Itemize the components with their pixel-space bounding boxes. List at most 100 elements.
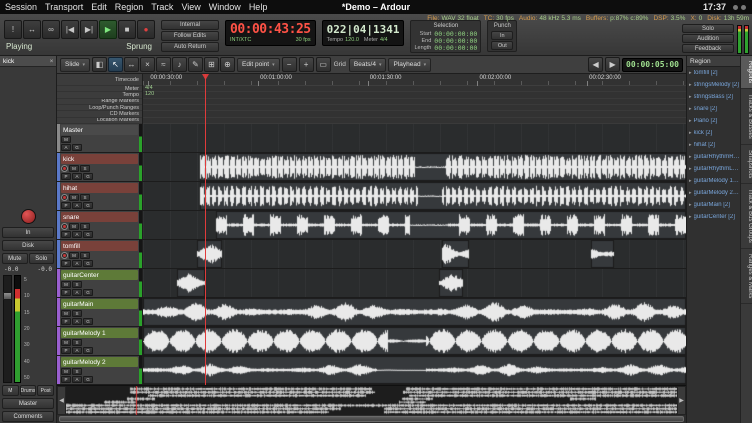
solo-button[interactable]: Solo	[29, 253, 55, 264]
track-a-button[interactable]: A	[72, 289, 82, 296]
track-lane-tomfill[interactable]	[143, 240, 686, 268]
gain-fader[interactable]	[3, 275, 12, 383]
region-list-item[interactable]: stringsBass [2]	[687, 91, 740, 103]
region-list-item[interactable]: guitarMelody 2 [2]	[687, 187, 740, 199]
goto-start-button[interactable]: |◀	[61, 20, 79, 39]
region-list-item[interactable]: guitarCenter [2]	[687, 211, 740, 223]
tab-snapshots[interactable]: Snapshots	[741, 145, 752, 184]
expand-triangle-icon[interactable]	[689, 94, 692, 100]
tab-regions[interactable]: Regions	[741, 56, 752, 89]
record-arm-button[interactable]	[61, 194, 68, 201]
edit-mode-dropdown[interactable]: Slide	[60, 58, 90, 72]
track-a-button[interactable]: A	[72, 318, 82, 325]
track-m-button[interactable]: M	[61, 368, 71, 375]
post-button[interactable]: Post	[37, 385, 54, 396]
track-m-button[interactable]: M	[69, 165, 79, 172]
nudge-forward-button[interactable]: ▶	[605, 57, 620, 72]
track-p-button[interactable]: P	[61, 318, 71, 325]
track-a-button[interactable]: A	[72, 173, 82, 180]
track-a-button[interactable]: A	[72, 347, 82, 354]
close-icon[interactable]: ×	[47, 58, 56, 65]
track-s-button[interactable]: S	[80, 223, 90, 230]
option-auto-return-button[interactable]: Auto Return	[161, 42, 219, 52]
region-list-item[interactable]: kick [2]	[687, 127, 740, 139]
track-name-label[interactable]: guitarCenter	[61, 270, 138, 280]
tool-draw-button[interactable]: ✎	[188, 57, 203, 72]
track-g-button[interactable]: G	[83, 376, 93, 383]
track-s-button[interactable]: S	[80, 165, 90, 172]
secondary-clock[interactable]: 022|04|1341 Tempo120.0Meter4/4	[322, 20, 405, 46]
region-list-item[interactable]: Piano [2]	[687, 115, 740, 127]
track-s-button[interactable]: S	[80, 252, 90, 259]
expand-triangle-icon[interactable]	[689, 70, 692, 76]
track-name-label[interactable]: snare	[61, 212, 138, 222]
menu-view[interactable]: View	[181, 0, 200, 14]
record-arm-button[interactable]	[61, 252, 68, 259]
track-m-button[interactable]: M	[69, 194, 79, 201]
track-s-button[interactable]: S	[72, 281, 82, 288]
track-lane-snare[interactable]	[143, 211, 686, 239]
expand-triangle-icon[interactable]	[689, 118, 692, 124]
menu-transport[interactable]: Transport	[45, 0, 83, 14]
track-p-button[interactable]: P	[61, 347, 71, 354]
tempo-value[interactable]: 120.0	[345, 37, 359, 43]
track-name-label[interactable]: tomfill	[61, 241, 138, 251]
expand-triangle-icon[interactable]	[689, 82, 692, 88]
disk-monitor-button[interactable]: Disk	[2, 240, 54, 251]
playhead-dropdown[interactable]: Playhead	[388, 58, 431, 72]
track-s-button[interactable]: S	[72, 368, 82, 375]
expand-triangle-icon[interactable]	[689, 106, 692, 112]
track-name-label[interactable]: guitarMelody 2	[61, 357, 138, 367]
track-g-button[interactable]: G	[83, 231, 93, 238]
track-g-button[interactable]: G	[83, 202, 93, 209]
track-name-label[interactable]: guitarMelody 1	[61, 328, 138, 338]
track-header-hihat[interactable]: hihatMSPAG	[57, 182, 143, 210]
track-m-button[interactable]: M	[61, 136, 71, 143]
track-lane-guitarmelody-2[interactable]	[143, 356, 686, 384]
track-lane-guitarcenter[interactable]	[143, 269, 686, 297]
audition-button[interactable]: Audition	[682, 34, 734, 43]
midi-panic-button[interactable]: !	[4, 20, 22, 39]
region-list-item[interactable]: hihat [2]	[687, 139, 740, 151]
track-lane-kick[interactable]	[143, 153, 686, 181]
ruler-label-timecode[interactable]: Timecode	[57, 74, 142, 86]
expand-triangle-icon[interactable]	[689, 178, 692, 184]
track-lane-hihat[interactable]	[143, 182, 686, 210]
mixer-track-name[interactable]: kick	[0, 58, 47, 65]
region-list-item[interactable]: guitarRhythmLeft [2]	[687, 163, 740, 175]
tab-ranges-marks[interactable]: Ranges & Marks	[741, 249, 752, 304]
track-g-button[interactable]: G	[83, 260, 93, 267]
track-header-guitarmain[interactable]: guitarMainMSPAG	[57, 298, 143, 326]
menu-window[interactable]: Window	[209, 0, 241, 14]
play-button[interactable]: ▶	[99, 20, 117, 39]
record-button[interactable]: ●	[137, 20, 155, 39]
track-header-kick[interactable]: kickMSPAG	[57, 153, 143, 181]
menu-help[interactable]: Help	[249, 0, 268, 14]
track-p-button[interactable]: P	[61, 376, 71, 383]
secondary-clock-value[interactable]: 022|04|1341	[327, 23, 400, 37]
expand-triangle-icon[interactable]	[689, 130, 692, 136]
track-s-button[interactable]: S	[72, 339, 82, 346]
m-button[interactable]: M	[2, 385, 19, 396]
expand-triangle-icon[interactable]	[689, 214, 692, 220]
track-g-button[interactable]: G	[83, 173, 93, 180]
track-header-tomfill[interactable]: tomfillMSPAG	[57, 240, 143, 268]
track-name-label[interactable]: hihat	[61, 183, 138, 193]
track-a-button[interactable]: A	[72, 202, 82, 209]
track-name-label[interactable]: guitarMain	[61, 299, 138, 309]
track-g-button[interactable]: G	[83, 318, 93, 325]
feedback-button[interactable]: Feedback	[682, 44, 734, 53]
track-p-button[interactable]: P	[61, 260, 71, 267]
zoom-in-button[interactable]: +	[299, 57, 314, 72]
option-follow-edits-button[interactable]: Follow Edits	[161, 31, 219, 41]
stop-button[interactable]: ■	[118, 20, 136, 39]
tool-cut-button[interactable]: ×	[140, 57, 155, 72]
scrollbar-handle[interactable]	[59, 416, 684, 422]
menu-edit[interactable]: Edit	[91, 0, 107, 14]
fader-handle[interactable]	[3, 292, 12, 300]
track-g-button[interactable]: G	[72, 144, 82, 151]
track-m-button[interactable]: M	[61, 281, 71, 288]
session-summary[interactable]: ◀ ▶	[57, 385, 686, 415]
tool-grab-button[interactable]: ↖	[108, 57, 123, 72]
summary-canvas[interactable]	[66, 386, 677, 415]
